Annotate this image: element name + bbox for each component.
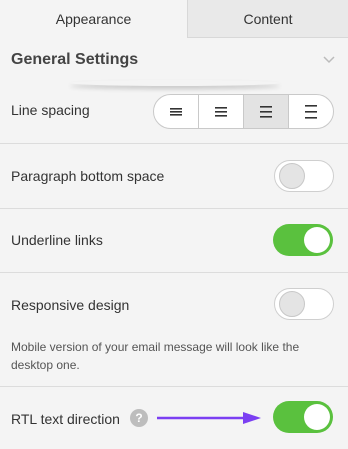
compact-spacing-button[interactable] xyxy=(154,95,198,128)
rtl-text-direction-label: RTL text direction xyxy=(11,411,120,427)
wide-spacing-button[interactable] xyxy=(288,95,333,128)
normal-spacing-button[interactable] xyxy=(198,95,243,128)
line-spacing-label: Line spacing xyxy=(11,102,90,118)
general-settings-header[interactable]: General Settings xyxy=(0,38,348,82)
responsive-design-toggle[interactable] xyxy=(274,288,334,320)
tab-bar: Appearance Content xyxy=(0,0,348,38)
responsive-design-label: Responsive design xyxy=(11,297,130,313)
help-icon[interactable]: ? xyxy=(130,409,148,427)
toggle-knob xyxy=(279,163,305,189)
toggle-knob xyxy=(279,291,305,317)
section-title: General Settings xyxy=(11,51,139,68)
medium-spacing-button[interactable] xyxy=(243,95,288,128)
responsive-design-description: Mobile version of your email message wil… xyxy=(11,340,300,372)
underline-links-label: Underline links xyxy=(11,232,103,248)
normal-spacing-icon xyxy=(215,106,227,117)
paragraph-bottom-space-label: Paragraph bottom space xyxy=(11,168,165,184)
tab-content[interactable]: Content xyxy=(187,0,348,38)
underline-links-toggle[interactable] xyxy=(273,224,333,256)
compact-spacing-icon xyxy=(170,107,182,116)
arrow-icon xyxy=(157,412,261,424)
line-spacing-control xyxy=(153,94,334,129)
wide-spacing-icon xyxy=(305,104,317,119)
toggle-knob xyxy=(304,404,330,430)
settings-panel: Appearance Content General Settings Line… xyxy=(0,0,348,449)
toggle-knob xyxy=(304,227,330,253)
paragraph-bottom-space-toggle[interactable] xyxy=(274,160,334,192)
rtl-text-direction-toggle[interactable] xyxy=(273,401,333,433)
tab-appearance[interactable]: Appearance xyxy=(0,0,187,38)
chevron-down-icon xyxy=(323,56,335,64)
medium-spacing-icon xyxy=(260,105,272,118)
